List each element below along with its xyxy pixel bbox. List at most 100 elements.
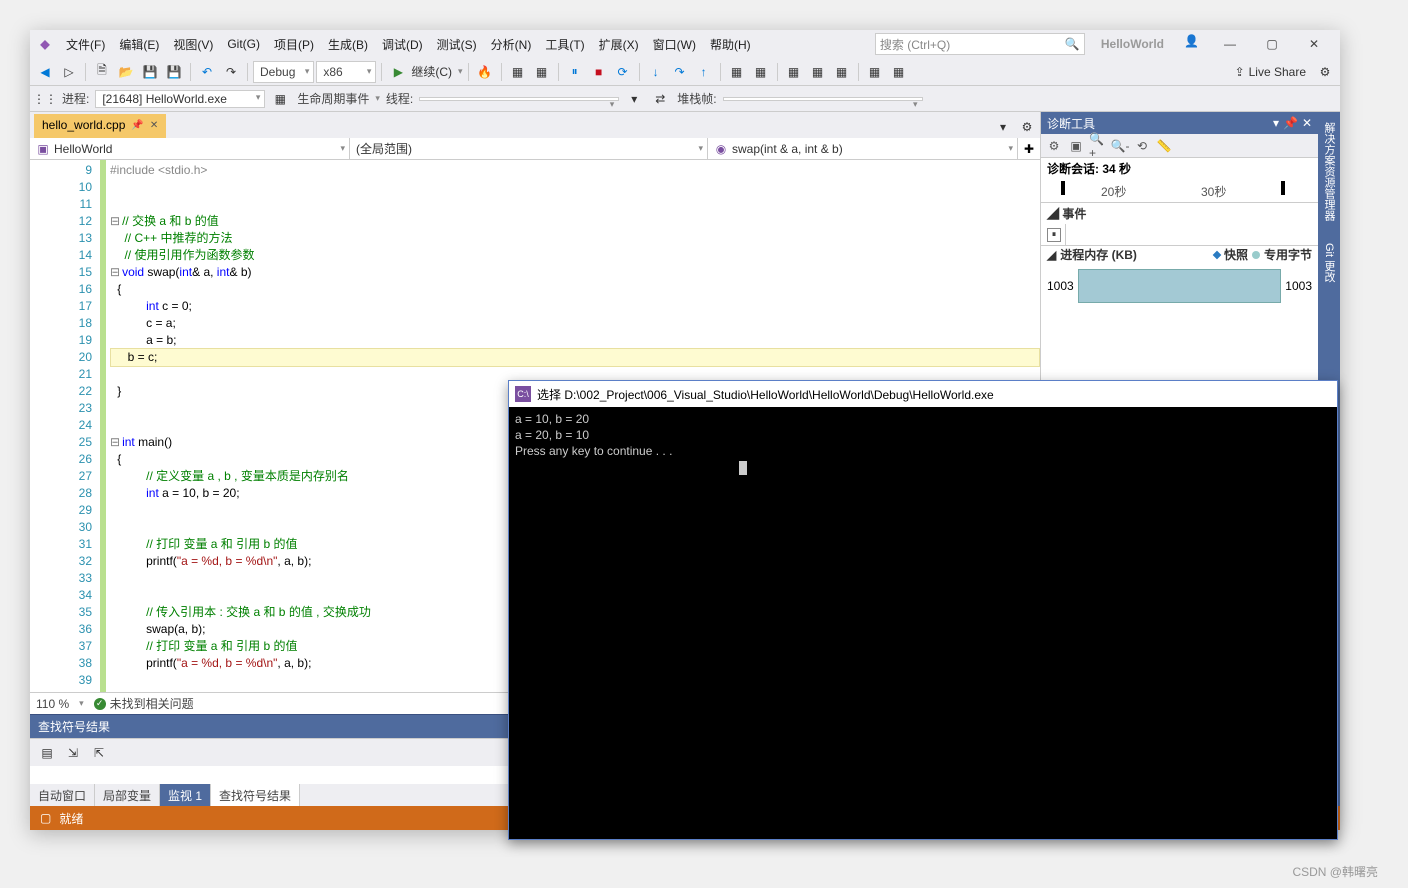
live-share-button[interactable]: ⇪ Live Share (1229, 65, 1312, 79)
status-text: 就绪 (59, 810, 83, 827)
check-icon: ✓ (94, 698, 106, 710)
tool-icon[interactable]: ▦ (831, 61, 853, 83)
save-all-icon[interactable]: 💾 (163, 61, 185, 83)
gear-icon[interactable]: ⚙ (1045, 137, 1063, 155)
menu-tools[interactable]: 工具(T) (539, 32, 590, 57)
record-icon[interactable]: ▣ (1067, 137, 1085, 155)
lifecycle-icon[interactable]: ▦ (269, 88, 291, 110)
events-header[interactable]: ◢ 事件 (1041, 203, 1318, 224)
config-dropdown[interactable]: Debug (253, 61, 314, 83)
minimize-button[interactable]: — (1210, 32, 1250, 56)
undo-icon[interactable]: ↶ (196, 61, 218, 83)
ruler-icon[interactable]: 📏 (1155, 137, 1173, 155)
continue-label[interactable]: 继续(C) (411, 63, 456, 80)
platform-dropdown[interactable]: x86 (316, 61, 376, 83)
menu-view[interactable]: 视图(V) (167, 32, 219, 57)
pin-icon[interactable]: 📌 (1283, 116, 1298, 130)
new-icon[interactable]: 🗎 (91, 61, 113, 83)
search-input[interactable]: 搜索 (Ctrl+Q) 🔍 (875, 33, 1085, 55)
tool-icon[interactable]: ▦ (726, 61, 748, 83)
account-icon[interactable]: 👤 (1184, 34, 1204, 54)
expand-icon[interactable]: ⇱ (88, 742, 110, 764)
back-icon[interactable]: ◀ (34, 61, 56, 83)
pause-icon[interactable]: ⏸ (1047, 228, 1061, 242)
gear-icon[interactable]: ⚙ (1016, 116, 1038, 138)
pin-icon[interactable]: 📌 (131, 120, 143, 131)
console-title-text: 选择 D:\002_Project\006_Visual_Studio\Hell… (537, 386, 994, 403)
stop-icon[interactable]: ■ (588, 61, 610, 83)
dropdown-icon[interactable]: ▾ (1273, 116, 1279, 130)
zoom-out-icon[interactable]: 🔍- (1111, 137, 1129, 155)
close-button[interactable]: ✕ (1294, 32, 1334, 56)
menu-build[interactable]: 生成(B) (322, 32, 374, 57)
collapse-icon[interactable]: ⇲ (62, 742, 84, 764)
thread-dropdown[interactable] (419, 97, 619, 101)
stackframe-dropdown[interactable] (723, 97, 923, 101)
hot-reload-icon[interactable]: 🔥 (474, 61, 496, 83)
process-dropdown[interactable]: [21648] HelloWorld.exe (95, 90, 265, 108)
solution-explorer-tab[interactable]: 解决方案资源管理器 (1319, 116, 1339, 227)
menu-edit[interactable]: 编辑(E) (113, 32, 165, 57)
split-icon[interactable]: ✚ (1018, 138, 1040, 159)
handle-icon[interactable]: ⋮⋮ (34, 88, 56, 110)
menu-file[interactable]: 文件(F) (60, 32, 111, 57)
tool-icon[interactable]: ▦ (750, 61, 772, 83)
scope-dropdown[interactable]: ▣HelloWorld (30, 138, 350, 159)
git-changes-tab[interactable]: Git 更改 (1319, 237, 1339, 288)
tool-icon[interactable]: ⇄ (649, 88, 671, 110)
maximize-button[interactable]: ▢ (1252, 32, 1292, 56)
menu-extensions[interactable]: 扩展(X) (593, 32, 645, 57)
zoom-in-icon[interactable]: 🔍+ (1089, 137, 1107, 155)
admin-icon[interactable]: ⚙ (1314, 61, 1336, 83)
console-title-bar[interactable]: C:\ 选择 D:\002_Project\006_Visual_Studio\… (509, 381, 1337, 407)
tool-icon[interactable]: ▦ (888, 61, 910, 83)
tool-icon[interactable]: ▦ (783, 61, 805, 83)
restart-icon[interactable]: ⟳ (612, 61, 634, 83)
menu-analyze[interactable]: 分析(N) (485, 32, 538, 57)
menu-help[interactable]: 帮助(H) (704, 32, 757, 57)
tool-icon[interactable]: ▾ (623, 88, 645, 110)
member-dropdown[interactable]: ◉swap(int & a, int & b) (708, 138, 1018, 159)
menu-test[interactable]: 测试(S) (431, 32, 483, 57)
tool-icon[interactable]: ▦ (531, 61, 553, 83)
tab-watch[interactable]: 监视 1 (160, 784, 211, 807)
forward-icon[interactable]: ▷ (58, 61, 80, 83)
step-icon[interactable]: ↓ (645, 61, 667, 83)
zoom-level[interactable]: 110 % (36, 697, 69, 711)
diagnostics-title[interactable]: 诊断工具 ▾📌✕ (1041, 112, 1318, 134)
memory-bar (1078, 269, 1282, 303)
menu-debug[interactable]: 调试(D) (376, 32, 429, 57)
redo-icon[interactable]: ↷ (220, 61, 242, 83)
save-icon[interactable]: 💾 (139, 61, 161, 83)
tab-dropdown-icon[interactable]: ▾ (992, 116, 1014, 138)
timeline[interactable]: 20秒 30秒 (1041, 179, 1318, 203)
tab-autos[interactable]: 自动窗口 (30, 784, 95, 807)
memory-header[interactable]: ◢ 进程内存 (KB) 快照 专用字节 (1041, 246, 1318, 263)
tool-icon[interactable]: ▦ (507, 61, 529, 83)
clear-icon[interactable]: ▤ (36, 742, 58, 764)
nav-bar: ▣HelloWorld (全局范围) ◉swap(int & a, int & … (30, 138, 1040, 160)
menu-window[interactable]: 窗口(W) (647, 32, 702, 57)
reset-icon[interactable]: ⟲ (1133, 137, 1151, 155)
pause-icon[interactable]: ⏸ (564, 61, 586, 83)
tool-icon[interactable]: ▦ (807, 61, 829, 83)
watermark: CSDN @韩曙亮 (1292, 863, 1378, 880)
close-panel-icon[interactable]: ✕ (1302, 116, 1312, 130)
file-tab[interactable]: hello_world.cpp 📌 ✕ (34, 114, 166, 138)
tool-icon[interactable]: ▦ (864, 61, 886, 83)
continue-icon[interactable]: ▶ (387, 61, 409, 83)
step-over-icon[interactable]: ↷ (669, 61, 691, 83)
tab-find-results[interactable]: 查找符号结果 (211, 784, 300, 807)
close-tab-icon[interactable]: ✕ (150, 120, 158, 131)
project-icon: ▣ (36, 142, 50, 156)
error-list-summary[interactable]: ✓未找到相关问题 (94, 695, 194, 712)
step-out-icon[interactable]: ↑ (693, 61, 715, 83)
type-dropdown[interactable]: (全局范围) (350, 138, 708, 159)
tab-locals[interactable]: 局部变量 (95, 784, 160, 807)
open-icon[interactable]: 📂 (115, 61, 137, 83)
main-toolbar: ◀ ▷ 🗎 📂 💾 💾 ↶ ↷ Debug x86 ▶ 继续(C) ▾ 🔥 ▦ … (30, 58, 1340, 86)
console-window[interactable]: C:\ 选择 D:\002_Project\006_Visual_Studio\… (508, 380, 1338, 840)
tab-label: hello_world.cpp (42, 118, 125, 132)
menu-git[interactable]: Git(G) (221, 33, 266, 55)
menu-project[interactable]: 项目(P) (268, 32, 320, 57)
